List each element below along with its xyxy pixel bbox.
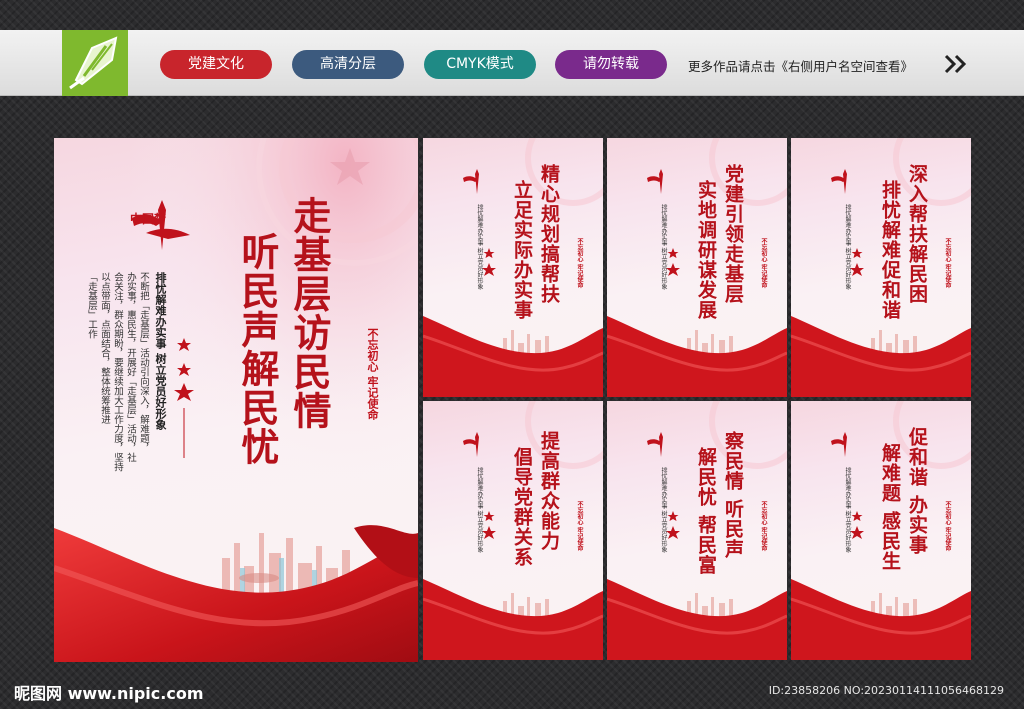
small-poster-6-title-2: 解难题 感民生 bbox=[879, 443, 901, 571]
small-poster-6-stamp: 不忘初心 牢记使命 bbox=[944, 501, 951, 552]
small-poster-1-title-1: 精心规划搞帮扶 bbox=[538, 164, 560, 304]
small-poster-4-title-2: 倡导党群关系 bbox=[511, 447, 533, 567]
main-title-line-2: 听民声解民忧 bbox=[235, 232, 280, 466]
small-poster-5-stamp: 不忘初心 牢记使命 bbox=[760, 501, 767, 552]
small-poster-1-stamp: 不忘初心 牢记使命 bbox=[576, 238, 583, 289]
small-poster-2-subtitle: 排忧解难办实事 树立党员好形象 bbox=[660, 204, 667, 290]
main-emblem-text: 中国梦 bbox=[130, 212, 167, 226]
site-watermark: 昵图网 www.nipic.com bbox=[14, 684, 204, 703]
small-poster-2-stamp: 不忘初心 牢记使命 bbox=[760, 238, 767, 289]
small-poster-3: 深入帮扶解民困 排忧解难促和谐 不忘初心 牢记使命 排忧解难办实事 树立党员好形… bbox=[791, 138, 971, 397]
small-poster-2: 党建引领走基层 实地调研谋发展 不忘初心 牢记使命 排忧解难办实事 树立党员好形… bbox=[607, 138, 787, 397]
pen-nib-logo-icon bbox=[62, 30, 128, 96]
double-chevron-right-icon[interactable] bbox=[944, 54, 970, 78]
small-poster-5: 察民情 听民声 解民忧 帮民富 不忘初心 牢记使命 排忧解难办实事 树立党员好形… bbox=[607, 401, 787, 660]
tag-no-repost[interactable]: 请勿转载 bbox=[555, 50, 667, 79]
main-body-4: 以点带面，点面结合，整体统筹推进 bbox=[99, 272, 110, 424]
main-title-line-1: 走基层访民情 bbox=[287, 196, 332, 430]
small-poster-4-subtitle: 排忧解难办实事 树立党员好形象 bbox=[476, 467, 483, 553]
main-body-3: 会关注，群众期盼，要继续加大工作力度，坚持 bbox=[112, 272, 123, 472]
small-poster-5-title-2: 解民忧 帮民富 bbox=[695, 447, 717, 575]
image-id-label: ID:23858206 NO:20230114111056468129 bbox=[768, 684, 1004, 697]
tag-hd-layers[interactable]: 高清分层 bbox=[292, 50, 404, 79]
small-poster-2-title-2: 实地调研谋发展 bbox=[695, 180, 717, 320]
small-poster-6: 促和谐 办实事 解难题 感民生 不忘初心 牢记使命 排忧解难办实事 树立党员好形… bbox=[791, 401, 971, 660]
main-subtitle: 排忧解难办实事 树立党员好形象 bbox=[154, 272, 167, 430]
small-poster-2-title-1: 党建引领走基层 bbox=[722, 164, 744, 304]
small-poster-3-subtitle: 排忧解难办实事 树立党员好形象 bbox=[844, 204, 851, 290]
small-poster-6-subtitle: 排忧解难办实事 树立党员好形象 bbox=[844, 467, 851, 553]
main-stamp: 不忘初心 牢记使命 bbox=[366, 328, 379, 420]
tag-cmyk-mode[interactable]: CMYK模式 bbox=[424, 50, 536, 79]
small-poster-1-title-2: 立足实际办实事 bbox=[511, 180, 533, 320]
tag-party-culture[interactable]: 党建文化 bbox=[160, 50, 272, 79]
small-poster-3-stamp: 不忘初心 牢记使命 bbox=[944, 238, 951, 289]
small-poster-5-subtitle: 排忧解难办实事 树立党员好形象 bbox=[660, 467, 667, 553]
small-poster-4-stamp: 不忘初心 牢记使命 bbox=[576, 501, 583, 552]
small-poster-4-title-1: 提高群众能力 bbox=[538, 431, 560, 551]
more-works-link[interactable]: 更多作品请点击《右侧用户名空间查看》 bbox=[688, 56, 913, 75]
small-poster-1-subtitle: 排忧解难办实事 树立党员好形象 bbox=[476, 204, 483, 290]
main-body-2: 办实事，惠民生，开展好「走基层」活动，社 bbox=[125, 272, 136, 462]
main-body-1: 不断把「走基层」活动引向深入，解难题， bbox=[138, 272, 149, 453]
main-body-5: 「走基层」工作 bbox=[86, 272, 97, 339]
small-poster-4: 提高群众能力 倡导党群关系 不忘初心 牢记使命 排忧解难办实事 树立党员好形象 bbox=[423, 401, 603, 660]
main-poster: 走基层访民情 听民声解民忧 不忘初心 牢记使命 中国梦 排忧解难办实事 树立党员… bbox=[54, 138, 418, 662]
small-poster-1: 精心规划搞帮扶 立足实际办实事 不忘初心 牢记使命 排忧解难办实事 树立党员好形… bbox=[423, 138, 603, 397]
small-poster-5-title-1: 察民情 听民声 bbox=[722, 431, 744, 559]
small-poster-3-title-1: 深入帮扶解民困 bbox=[906, 164, 928, 304]
small-poster-3-title-2: 排忧解难促和谐 bbox=[879, 180, 901, 320]
small-poster-6-title-1: 促和谐 办实事 bbox=[906, 427, 928, 555]
